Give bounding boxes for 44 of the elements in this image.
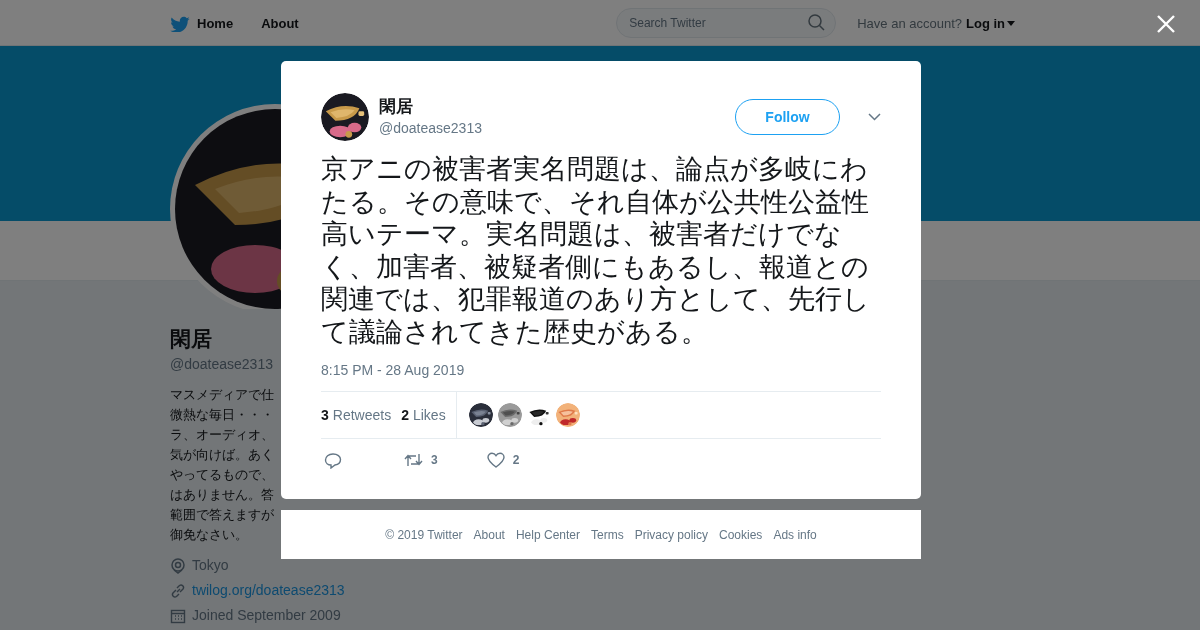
bio-text: やってるもので、	[170, 466, 274, 484]
tweet-text: 京アニの被害者実名問題は、論点が多岐にわたる。その意味で、それ自体が公共性公益性高いテーマ。実名問題は、被害者だけでなく、加害者、被疑者側にもあるし、報道との関連では、犯罪報道のあり方として、先行して議論されてきた歴史がある。	[321, 153, 871, 348]
footer-link[interactable]: About	[473, 527, 505, 542]
bio-text: 気が向けば。あく	[170, 446, 274, 464]
footer-link[interactable]: Ads info	[773, 527, 817, 542]
heart-icon	[486, 452, 505, 468]
footer-link[interactable]: Cookies	[719, 527, 763, 542]
bird-icon	[170, 14, 190, 32]
account-prompt: Have an account?	[857, 15, 962, 31]
bio-text: はありません。答	[170, 486, 274, 504]
calendar-icon	[170, 607, 186, 624]
reply-icon[interactable]	[324, 451, 342, 469]
location-pin-icon	[170, 557, 186, 574]
login-link[interactable]: Log in	[966, 15, 1015, 31]
copyright-text: © 2019 Twitter	[385, 527, 463, 542]
link-icon	[170, 582, 186, 599]
joined-date: Joined September 2009	[192, 607, 341, 624]
close-icon[interactable]	[1157, 15, 1175, 33]
retweet-count[interactable]: 3 Retweets	[321, 407, 392, 423]
bio-text: マスメディアで仕	[170, 386, 274, 404]
author-name: 閑居	[379, 96, 414, 118]
about-link[interactable]: About	[261, 15, 299, 31]
tweet-time: 8:15 PM - 28 Aug 2019	[321, 362, 466, 378]
author-handle: @doatease2313	[379, 119, 483, 138]
bio-text: 範囲で答えますが	[170, 506, 274, 524]
retweet-action[interactable]: 3	[404, 452, 438, 468]
profile-handle: @doatease2313	[170, 356, 273, 372]
follow-button[interactable]: Follow	[735, 99, 840, 135]
footer-link[interactable]: Privacy policy	[634, 527, 708, 542]
like-count[interactable]: 2 Likes	[401, 407, 446, 423]
footer-link[interactable]: Help Center	[515, 527, 580, 542]
location-text: Tokyo	[192, 557, 229, 574]
bio-text: 御免なさい。	[170, 526, 248, 544]
profile-name: 閑居	[170, 326, 212, 352]
caret-icon	[1007, 20, 1015, 26]
retweet-icon	[404, 452, 423, 468]
chevron-down-icon	[868, 113, 881, 121]
search-icon	[808, 14, 826, 31]
like-action[interactable]: 2	[486, 452, 520, 468]
bio-text: 微熱な毎日・・・	[170, 406, 274, 424]
footer-link[interactable]: Terms	[591, 527, 624, 542]
home-link[interactable]: Home	[170, 14, 234, 32]
bio-text: ラ、オーディオ、	[170, 426, 274, 444]
search-field[interactable]: Search Twitter	[616, 8, 837, 38]
